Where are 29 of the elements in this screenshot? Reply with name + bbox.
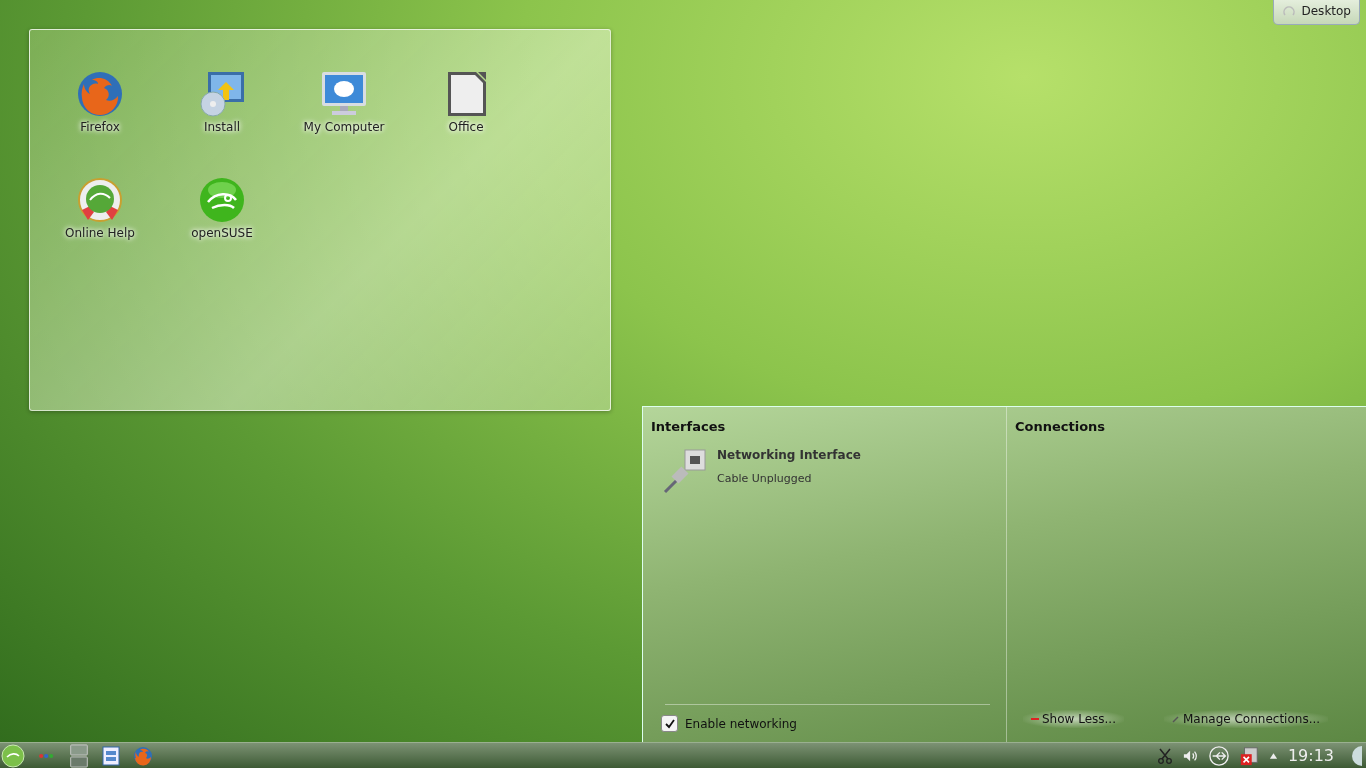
- icon-label[interactable]: Online Help: [65, 226, 135, 240]
- monitor-disc-icon: [198, 70, 246, 118]
- manage-connections-button[interactable]: Manage Connections...: [1164, 710, 1329, 728]
- network-icon[interactable]: [1208, 745, 1229, 766]
- section-heading: Connections: [1015, 419, 1107, 434]
- icon-label[interactable]: Install: [203, 120, 241, 134]
- desktop-button[interactable]: Desktop: [1272, 0, 1360, 25]
- interface-name[interactable]: Networking Interface: [717, 448, 861, 462]
- section-heading: Interfaces: [651, 419, 727, 434]
- checkbox[interactable]: [661, 715, 678, 732]
- show-less-button[interactable]: Show Less...: [1023, 710, 1124, 728]
- application-menu-icon[interactable]: [1, 743, 25, 768]
- lifebuoy-icon: [76, 176, 124, 224]
- icon-label[interactable]: Office: [448, 120, 484, 134]
- icon-label[interactable]: My Computer: [303, 120, 385, 134]
- clock[interactable]: 19:13: [1287, 746, 1334, 765]
- interface-status: Cable Unplugged: [717, 472, 813, 485]
- package-error-icon[interactable]: [1238, 745, 1259, 766]
- file-cabinet-icon[interactable]: [101, 745, 121, 766]
- up-arrow-icon[interactable]: [1268, 751, 1278, 760]
- globe-fox-icon: [76, 70, 124, 118]
- checkbox-label: Enable networking: [685, 716, 797, 731]
- icon-label[interactable]: Firefox: [80, 120, 120, 134]
- chameleon-ball-icon: [198, 176, 246, 224]
- scissors-icon[interactable]: [1156, 747, 1173, 764]
- monitor-icon: [320, 70, 368, 118]
- desktop-pager-icon[interactable]: [69, 743, 89, 768]
- minus-icon: [1031, 715, 1039, 723]
- icon-label[interactable]: openSUSE: [191, 226, 253, 240]
